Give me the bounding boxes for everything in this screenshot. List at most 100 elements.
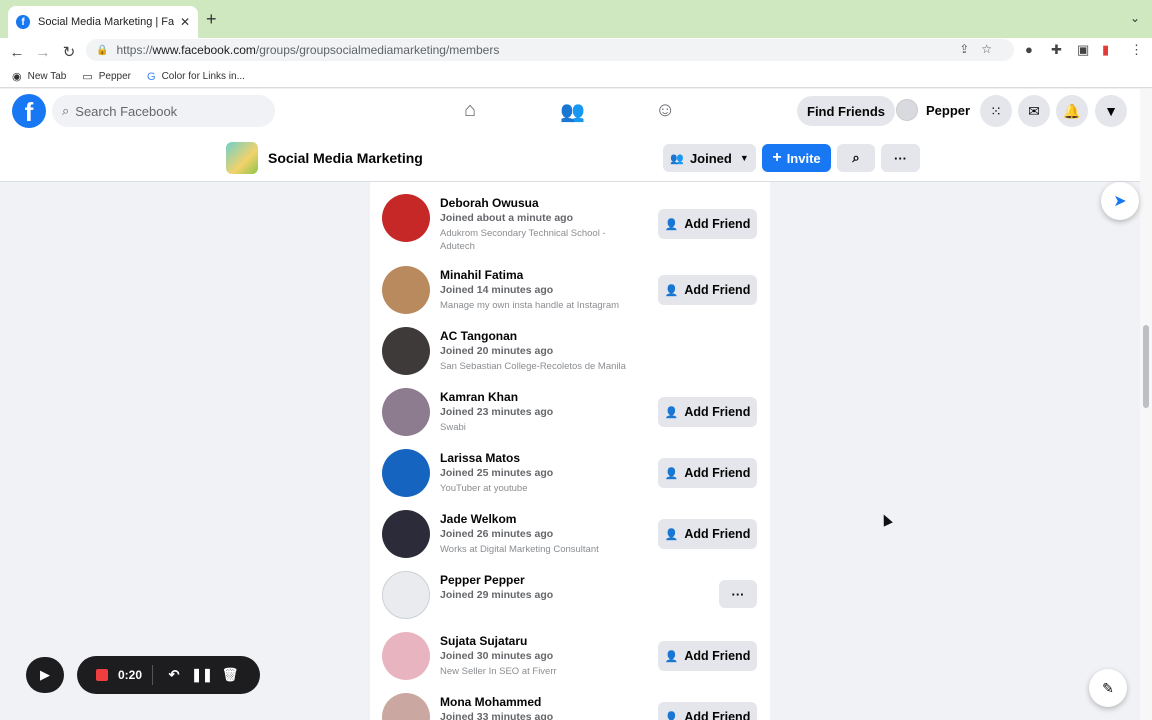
member-name[interactable]: Jade Welkom (440, 512, 516, 526)
add-friend-label: Add Friend (684, 710, 751, 720)
member-avatar[interactable] (382, 571, 430, 619)
home-icon[interactable]: ⌂ (464, 99, 476, 122)
browser-tab-bar: f Social Media Marketing | Faceb ✕ + ⌄ (0, 0, 1152, 38)
friends-icon[interactable]: 👥 (560, 99, 585, 124)
url-prefix: https:// (116, 43, 153, 57)
search-input[interactable] (75, 103, 246, 119)
google-icon: G (147, 70, 156, 83)
add-friend-button[interactable]: 👤 Add Friend (658, 702, 757, 720)
chevron-down-icon: ▼ (739, 153, 749, 163)
groups-icon[interactable]: ☺ (655, 99, 675, 122)
group-title[interactable]: Social Media Marketing (268, 150, 423, 166)
profile-link[interactable]: Pepper (896, 99, 970, 121)
search-icon: ⌕ (852, 150, 860, 165)
trash-icon[interactable]: 🗑 (219, 667, 241, 683)
member-avatar[interactable] (382, 632, 430, 680)
facebook-favicon-icon: f (16, 15, 30, 29)
member-info: San Sebastian College-Recoletos de Manil… (440, 361, 626, 372)
member-info: Swabi (440, 422, 466, 433)
mouse-cursor-icon (879, 512, 893, 527)
member-joined-time: Joined 23 minutes ago (440, 406, 554, 418)
add-friend-button[interactable]: 👤 Add Friend (658, 209, 757, 239)
group-more-button[interactable]: ··· (881, 144, 920, 172)
side-panel-icon[interactable]: ▣ (1077, 42, 1089, 58)
extension-bars-icon[interactable]: ▮ (1102, 42, 1109, 58)
add-user-icon: 👤 (664, 711, 679, 720)
member-name[interactable]: Larissa Matos (440, 451, 520, 465)
pause-icon[interactable]: ❚❚ (191, 667, 213, 683)
member-avatar[interactable] (382, 510, 430, 558)
tab-search-chevron-icon[interactable]: ⌄ (1130, 11, 1140, 25)
group-search-button[interactable]: ⌕ (837, 144, 875, 172)
share-star-icons[interactable]: ⇪☆ (959, 42, 1004, 56)
add-friend-button[interactable]: 👤 Add Friend (658, 641, 757, 671)
messenger-icon[interactable]: ✉ (1018, 95, 1050, 127)
notifications-bell-icon[interactable]: 🔔 (1056, 95, 1088, 127)
send-icon[interactable]: ➤ (1101, 182, 1139, 220)
member-name[interactable]: Sujata Sujataru (440, 634, 527, 648)
add-friend-label: Add Friend (684, 283, 751, 297)
invite-button[interactable]: + Invite (762, 144, 831, 172)
add-friend-label: Add Friend (684, 405, 751, 419)
record-timer: 0:20 (118, 668, 143, 682)
add-friend-button[interactable]: 👤 Add Friend (658, 519, 757, 549)
add-friend-label: Add Friend (684, 649, 751, 663)
member-info: Manage my own insta handle at Instagram (440, 300, 620, 311)
close-tab-icon[interactable]: ✕ (180, 15, 190, 29)
add-user-icon: 👤 (664, 528, 679, 541)
avatar (896, 99, 918, 121)
joined-button[interactable]: 👥 Joined ▼ (663, 144, 756, 172)
scrollbar-thumb[interactable] (1143, 325, 1149, 408)
member-more-button[interactable]: ··· (719, 580, 757, 608)
globe-icon: ◉ (12, 71, 22, 83)
bookmarks-bar: ◉ New Tab ▭ Pepper G Color for Links in... (0, 66, 1152, 88)
new-message-icon[interactable]: ✎ (1089, 669, 1127, 707)
reload-icon[interactable]: ↻ (56, 43, 82, 61)
member-info: New Seller In SEO at Fiverr (440, 666, 557, 677)
menu-grid-icon[interactable]: ⁙ (980, 95, 1012, 127)
bookmark-new-tab[interactable]: ◉ New Tab (12, 70, 66, 83)
add-friend-label: Add Friend (684, 217, 751, 231)
member-joined-time: Joined 20 minutes ago (440, 345, 554, 357)
add-friend-button[interactable]: 👤 Add Friend (658, 397, 757, 427)
add-friend-button[interactable]: 👤 Add Friend (658, 275, 757, 305)
search-box[interactable]: ⌕ (52, 95, 275, 127)
extension-avatar-icon[interactable]: ● (1025, 42, 1033, 57)
extensions-puzzle-icon[interactable]: ✚ (1051, 42, 1062, 58)
account-chevron-down-icon[interactable]: ▼ (1095, 95, 1127, 127)
search-icon: ⌕ (62, 103, 70, 118)
browser-tab[interactable]: f Social Media Marketing | Faceb ✕ (8, 6, 198, 38)
add-friend-button[interactable]: 👤 Add Friend (658, 458, 757, 488)
facebook-logo-icon[interactable]: f (12, 94, 46, 128)
camera-icon[interactable]: ▶ (26, 657, 64, 693)
member-avatar[interactable] (382, 327, 430, 375)
member-avatar[interactable] (382, 388, 430, 436)
forward-icon[interactable]: → (30, 44, 56, 61)
back-icon[interactable]: ← (4, 44, 30, 61)
browser-menu-icon[interactable]: ⋮ (1130, 42, 1143, 58)
add-friend-label: Add Friend (684, 466, 751, 480)
member-joined-time: Joined 30 minutes ago (440, 650, 554, 662)
member-name[interactable]: Kamran Khan (440, 390, 518, 404)
add-user-icon: 👤 (664, 467, 679, 480)
find-friends-button[interactable]: Find Friends (797, 96, 895, 126)
member-name[interactable]: Deborah Owusua (440, 196, 539, 210)
member-avatar[interactable] (382, 693, 430, 720)
member-avatar[interactable] (382, 449, 430, 497)
bookmark-pepper[interactable]: ▭ Pepper (82, 70, 131, 83)
member-avatar[interactable] (382, 266, 430, 314)
member-name[interactable]: AC Tangonan (440, 329, 517, 343)
stop-record-button[interactable] (96, 669, 108, 681)
member-name[interactable]: Minahil Fatima (440, 268, 523, 282)
group-thumbnail[interactable] (226, 142, 258, 174)
member-name[interactable]: Mona Mohammed (440, 695, 541, 709)
address-bar[interactable]: 🔒 https://www.facebook.com/groups/groups… (86, 39, 1014, 61)
new-tab-icon[interactable]: + (206, 9, 217, 30)
group-header-bar: Social Media Marketing 👥 Joined ▼ + Invi… (0, 133, 1140, 182)
member-name[interactable]: Pepper Pepper (440, 573, 525, 587)
bookmark-color-links[interactable]: G Color for Links in... (147, 71, 245, 83)
undo-icon[interactable]: ↶ (163, 667, 185, 683)
member-avatar[interactable] (382, 194, 430, 242)
add-user-icon: 👤 (664, 406, 679, 419)
add-user-icon: 👤 (664, 218, 679, 231)
